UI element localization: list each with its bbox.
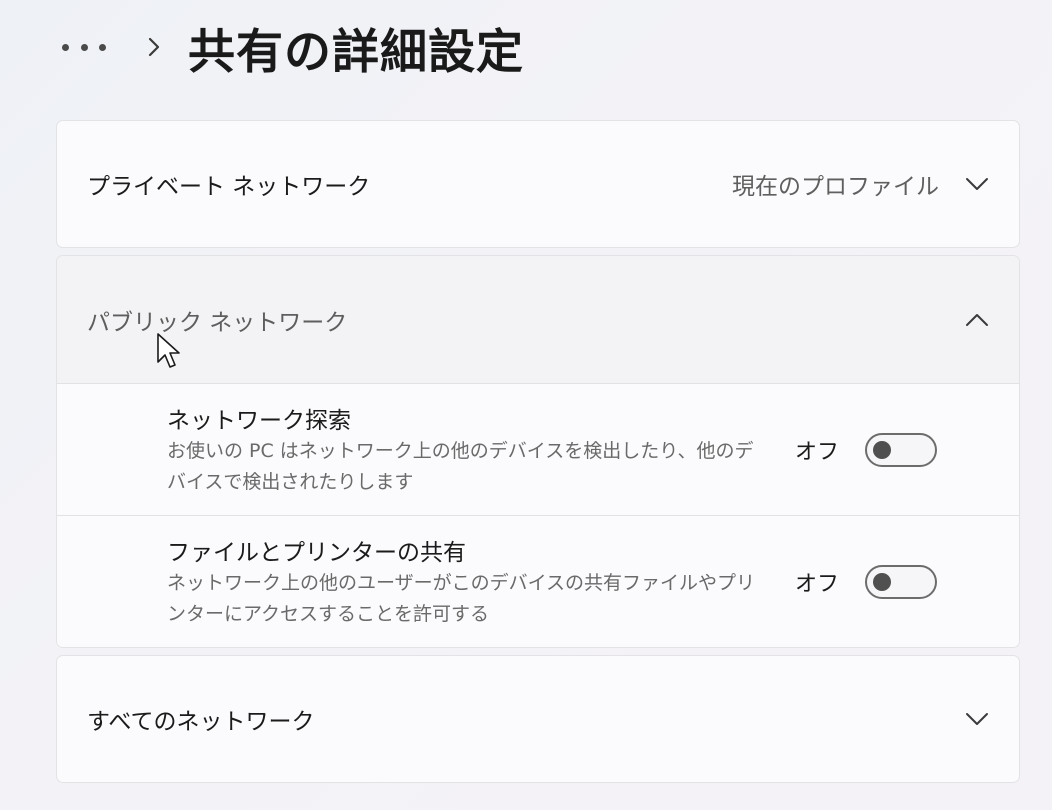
network-discovery-state-label: オフ — [794, 439, 839, 465]
all-networks-title: すべてのネットワーク — [87, 709, 315, 735]
public-network-section: パブリック ネットワーク ネットワーク探索 お使いの PC はネットワーク上の他… — [56, 255, 1020, 648]
all-networks-header[interactable]: すべてのネットワーク — [57, 656, 1019, 782]
file-printer-sharing-state-label: オフ — [794, 571, 839, 597]
private-network-header[interactable]: プライベート ネットワーク 現在のプロファイル — [57, 121, 1019, 247]
chevron-down-icon[interactable] — [965, 712, 989, 726]
current-profile-label: 現在のプロファイル — [732, 174, 939, 200]
file-printer-sharing-toggle-group: オフ — [795, 516, 937, 647]
private-network-section: プライベート ネットワーク 現在のプロファイル — [56, 120, 1020, 248]
file-printer-sharing-toggle[interactable] — [865, 564, 937, 599]
dot — [99, 43, 106, 51]
dot — [80, 43, 88, 51]
network-discovery-title: ネットワーク探索 — [167, 408, 351, 434]
chevron-up-icon[interactable] — [965, 313, 989, 327]
breadcrumb: 共有の詳細設定 — [62, 16, 524, 80]
chevron-down-icon[interactable] — [965, 177, 989, 191]
all-networks-section: すべてのネットワーク — [56, 655, 1020, 783]
public-network-header-right — [965, 256, 989, 383]
page-title: 共有の詳細設定 — [188, 24, 524, 80]
all-networks-header-right — [965, 656, 989, 782]
dot — [62, 43, 69, 51]
private-network-title: プライベート ネットワーク — [87, 174, 371, 200]
network-discovery-text: ネットワーク探索 お使いの PC はネットワーク上の他のデバイスを検出したり、他… — [167, 406, 767, 498]
public-network-header[interactable]: パブリック ネットワーク — [57, 256, 1019, 383]
network-discovery-description: お使いの PC はネットワーク上の他のデバイスを検出したり、他のデバイスで検出さ… — [167, 440, 754, 493]
network-discovery-row: ネットワーク探索 お使いの PC はネットワーク上の他のデバイスを検出したり、他… — [57, 383, 1019, 515]
file-printer-sharing-title: ファイルとプリンターの共有 — [167, 540, 466, 566]
network-discovery-toggle[interactable] — [865, 432, 937, 467]
public-network-title: パブリック ネットワーク — [87, 309, 348, 336]
file-printer-sharing-row: ファイルとプリンターの共有 ネットワーク上の他のユーザーがこのデバイスの共有ファ… — [57, 515, 1019, 647]
more-horizontal-icon[interactable] — [62, 37, 106, 57]
file-printer-sharing-text: ファイルとプリンターの共有 ネットワーク上の他のユーザーがこのデバイスの共有ファ… — [167, 538, 767, 630]
toggle-knob — [873, 572, 891, 591]
chevron-right-icon — [148, 37, 160, 57]
network-discovery-toggle-group: オフ — [795, 384, 937, 515]
file-printer-sharing-description: ネットワーク上の他のユーザーがこのデバイスの共有ファイルやプリンターにアクセスす… — [167, 572, 756, 625]
toggle-knob — [873, 440, 891, 459]
private-network-header-right: 現在のプロファイル — [732, 121, 989, 247]
